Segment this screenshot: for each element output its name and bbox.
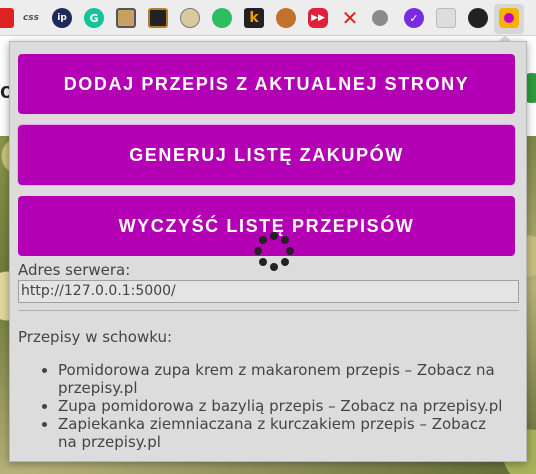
gray-circle-icon[interactable] bbox=[372, 10, 388, 26]
server-address-input[interactable]: http://127.0.0.1:5000/ bbox=[18, 280, 519, 303]
extension-popup: DODAJ PRZEPIS Z AKTUALNEJ STRONY GENERUJ… bbox=[9, 41, 527, 462]
github-icon[interactable] bbox=[468, 8, 488, 28]
list-item: Pomidorowa zupa krem z makaronem przepis… bbox=[58, 361, 508, 397]
ip-icon[interactable]: ip bbox=[52, 8, 72, 28]
gear-square-icon[interactable] bbox=[148, 8, 168, 28]
red-square-icon[interactable] bbox=[0, 8, 14, 28]
saved-recipes-title: Przepisy w schowku: bbox=[18, 328, 173, 346]
grid-icon[interactable] bbox=[436, 8, 456, 28]
server-address-label: Adres serwera: bbox=[18, 261, 131, 279]
list-item: Zupa pomidorowa z bazylią przepis – Zoba… bbox=[58, 397, 508, 415]
generate-shopping-list-button[interactable]: GENERUJ LISTĘ ZAKUPÓW bbox=[17, 124, 516, 186]
red-x-icon[interactable]: ✕ bbox=[340, 6, 360, 30]
extensions-toolbar: css ip G k ▶▶ ✕ ✓ bbox=[0, 0, 536, 36]
forward-icon[interactable]: ▶▶ bbox=[308, 8, 328, 28]
css-icon[interactable]: css bbox=[20, 8, 42, 28]
grammarly-icon[interactable]: G bbox=[84, 8, 104, 28]
list-item: Zapiekanka ziemniaczana z kurczakiem prz… bbox=[58, 415, 508, 451]
recipe-extension-icon[interactable] bbox=[499, 8, 519, 28]
divider bbox=[18, 310, 519, 311]
add-recipe-button[interactable]: DODAJ PRZEPIS Z AKTUALNEJ STRONY bbox=[18, 54, 515, 114]
loading-spinner-icon bbox=[254, 232, 294, 272]
eyes-icon[interactable] bbox=[180, 8, 200, 28]
saved-recipes-list: Pomidorowa zupa krem z makaronem przepis… bbox=[58, 361, 508, 451]
purple-check-icon[interactable]: ✓ bbox=[404, 8, 424, 28]
k-icon[interactable]: k bbox=[244, 8, 264, 28]
box-face-icon[interactable] bbox=[116, 8, 136, 28]
onion-icon[interactable] bbox=[276, 8, 296, 28]
evernote-icon[interactable] bbox=[212, 8, 232, 28]
